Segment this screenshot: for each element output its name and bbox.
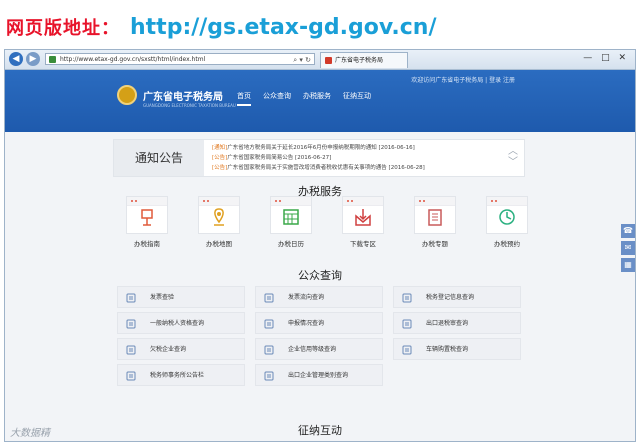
query-label: 申报情况查询: [288, 320, 325, 327]
gear-icon: [264, 293, 274, 303]
qrcode-icon[interactable]: ▦: [621, 258, 635, 272]
browser-chrome: ◀ ▶ http://www.etax-gd.gov.cn/sxstt/html…: [5, 50, 635, 70]
query-item[interactable]: 一般纳税人资格查询: [117, 312, 245, 334]
clock-icon: [499, 209, 515, 225]
query-label: 一般纳税人资格查询: [150, 320, 205, 327]
query-label: 车辆购置税查询: [426, 346, 469, 353]
service-card[interactable]: 办税专题: [405, 196, 465, 248]
forward-icon[interactable]: ▶: [26, 52, 40, 66]
back-icon[interactable]: ◀: [9, 52, 23, 66]
service-icon[interactable]: ☎: [621, 224, 635, 238]
service-card[interactable]: 办税指南: [117, 196, 177, 248]
query-item[interactable]: 欠税企业查询: [117, 338, 245, 360]
notice-scroll[interactable]: ︿ ﹀: [508, 146, 518, 168]
query-item[interactable]: 税务登记信息查询: [393, 286, 521, 308]
chevron-up-icon: ︿: [508, 146, 518, 157]
list-icon: [126, 345, 136, 355]
building-icon: [402, 293, 412, 303]
notice-item[interactable]: [公告]广东省国家税务局简易公告 [2016-06-27]: [212, 153, 425, 163]
query-item[interactable]: 发票流向查询: [255, 286, 383, 308]
report-icon: [264, 319, 274, 329]
service-card[interactable]: 下载专区: [333, 196, 393, 248]
browser-window: ◀ ▶ http://www.etax-gd.gov.cn/sxstt/html…: [4, 49, 636, 442]
query-label: 欠税企业查询: [150, 346, 187, 353]
query-item[interactable]: 车辆购置税查询: [393, 338, 521, 360]
window-controls[interactable]: — □ ✕: [583, 53, 629, 63]
notice-item[interactable]: [通知]广东省地方税务局关于延长2016年6月份申报纳税期限的通知 [2016-…: [212, 143, 425, 153]
notice-panel: 通知公告 [通知]广东省地方税务局关于延长2016年6月份申报纳税期限的通知 […: [113, 139, 525, 177]
address-text: http://www.etax-gd.gov.cn/sxstt/html/ind…: [60, 56, 206, 63]
favicon-icon: [325, 57, 332, 64]
query-item[interactable]: 企业信用等级查询: [255, 338, 383, 360]
browser-tab[interactable]: 广东省电子税务局: [320, 52, 408, 68]
nav-home[interactable]: 首页: [237, 91, 251, 106]
site-logo[interactable]: 广东省电子税务局 GUANGDONG ELECTRONIC TAXATION B…: [117, 85, 236, 108]
download-box-icon: [355, 209, 371, 226]
nav-public-query[interactable]: 公众查询: [263, 91, 291, 106]
top-links[interactable]: 欢迎访问广东省电子税务局 | 登录 注册: [411, 75, 515, 84]
service-card[interactable]: 办税地图: [189, 196, 249, 248]
service-label: 办税专题: [422, 240, 448, 248]
car-icon: [402, 345, 412, 355]
query-label: 发票流向查询: [288, 294, 325, 301]
service-label: 办税日历: [278, 240, 304, 248]
gauge-icon: [126, 319, 136, 329]
main-nav: 首页 公众查询 办税服务 征纳互动: [237, 91, 371, 106]
chevron-down-icon: ﹀: [508, 157, 518, 168]
tab-title: 广东省电子税务局: [335, 57, 384, 64]
emblem-icon: [117, 85, 137, 105]
notice-list: [通知]广东省地方税务局关于延长2016年6月份申报纳税期限的通知 [2016-…: [212, 143, 425, 173]
service-card[interactable]: 办税日历: [261, 196, 321, 248]
service-label: 办税指南: [134, 240, 160, 248]
check-icon: [126, 293, 136, 303]
service-label: 办税预约: [494, 240, 520, 248]
address-bar[interactable]: http://www.etax-gd.gov.cn/sxstt/html/ind…: [45, 53, 315, 65]
star-icon: [264, 345, 274, 355]
logo-name: 广东省电子税务局: [143, 91, 223, 103]
feedback-icon[interactable]: ✉: [621, 241, 635, 255]
site-page: 欢迎访问广东省电子税务局 | 登录 注册 广东省电子税务局 GUANGDONG …: [5, 70, 635, 441]
query-item[interactable]: 申报情况查询: [255, 312, 383, 334]
query-label: 发票查验: [150, 294, 175, 301]
calendar-icon: [283, 209, 299, 225]
query-label: 出口退税审查询: [426, 320, 469, 327]
map-pin-icon: [214, 208, 224, 226]
headline-url: http://gs.etax-gd.gov.cn/: [130, 14, 437, 40]
nav-tax-service[interactable]: 办税服务: [303, 91, 331, 106]
notice-title: 通知公告: [114, 140, 204, 176]
query-label: 出口企业管理类别查询: [288, 372, 349, 379]
nav-interaction[interactable]: 征纳互动: [343, 91, 371, 106]
query-item[interactable]: 出口退税审查询: [393, 312, 521, 334]
watermark: 大数据精: [10, 428, 50, 439]
notice-item[interactable]: [公告]广东省国家税务局关于实施营改增消费者税收优惠有关事项的通告 [2016-…: [212, 163, 425, 173]
service-label: 下载专区: [350, 240, 376, 248]
interaction-title: 征纳互动: [298, 424, 342, 437]
query-item[interactable]: 税务师事务所公告栏: [117, 364, 245, 386]
headline-label: 网页版地址：: [6, 18, 120, 39]
query-label: 企业信用等级查询: [288, 346, 337, 353]
site-header: 欢迎访问广东省电子税务局 | 登录 注册 广东省电子税务局 GUANGDONG …: [5, 70, 635, 132]
service-card[interactable]: 办税预约: [477, 196, 537, 248]
query-label: 税务师事务所公告栏: [150, 372, 205, 379]
query-title: 公众查询: [298, 269, 342, 282]
query-item[interactable]: 出口企业管理类别查询: [255, 364, 383, 386]
query-label: 税务登记信息查询: [426, 294, 475, 301]
flag-icon: [141, 209, 153, 226]
page-icon: [49, 56, 56, 63]
side-float-buttons: ☎ ✉ ▦: [621, 224, 635, 275]
query-item[interactable]: 发票查验: [117, 286, 245, 308]
document-stack-icon: [428, 209, 442, 226]
search-refresh-icon[interactable]: ⌕ ▾ ↻: [293, 54, 311, 66]
document-icon: [126, 371, 136, 381]
logo-subtitle: GUANGDONG ELECTRONIC TAXATION BUREAU: [143, 103, 236, 108]
export-icon: [264, 371, 274, 381]
ship-icon: [402, 319, 412, 329]
service-label: 办税地图: [206, 240, 232, 248]
headline: 网页版地址： http://gs.etax-gd.gov.cn/: [6, 10, 436, 44]
